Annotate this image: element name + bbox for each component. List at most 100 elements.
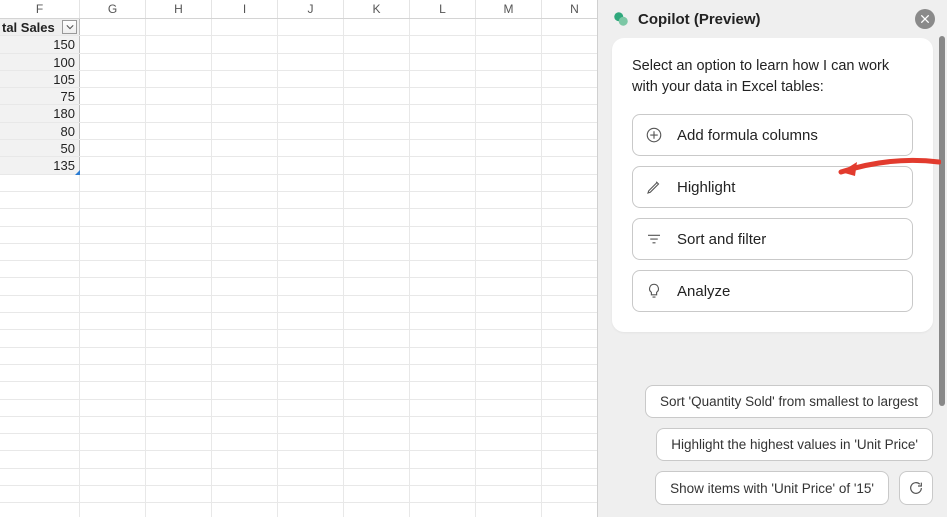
cell[interactable] xyxy=(542,469,597,485)
cell[interactable] xyxy=(542,209,597,225)
cell[interactable] xyxy=(0,330,80,346)
cell[interactable] xyxy=(410,244,476,260)
cell[interactable] xyxy=(476,486,542,502)
cell[interactable] xyxy=(146,88,212,104)
cell[interactable] xyxy=(476,348,542,364)
close-button[interactable] xyxy=(915,9,935,29)
data-cell[interactable]: 75 xyxy=(0,88,80,104)
cell[interactable] xyxy=(344,175,410,191)
cell[interactable] xyxy=(80,434,146,450)
cell[interactable] xyxy=(212,157,278,173)
cell[interactable] xyxy=(476,417,542,433)
cell[interactable] xyxy=(344,105,410,121)
table-resize-handle[interactable] xyxy=(75,170,80,175)
cell[interactable] xyxy=(542,278,597,294)
cell[interactable] xyxy=(0,278,80,294)
cell[interactable] xyxy=(80,175,146,191)
cell[interactable] xyxy=(80,296,146,312)
cell[interactable] xyxy=(278,400,344,416)
cell[interactable] xyxy=(80,123,146,139)
cell[interactable] xyxy=(80,348,146,364)
cell[interactable] xyxy=(410,296,476,312)
cell[interactable] xyxy=(542,227,597,243)
suggestion-chip[interactable]: Sort 'Quantity Sold' from smallest to la… xyxy=(645,385,933,418)
cell[interactable] xyxy=(278,140,344,156)
cell[interactable] xyxy=(146,313,212,329)
cell[interactable] xyxy=(542,175,597,191)
cell[interactable] xyxy=(212,261,278,277)
cell[interactable] xyxy=(0,434,80,450)
filter-dropdown-button[interactable] xyxy=(62,20,77,34)
cell[interactable] xyxy=(476,400,542,416)
cell[interactable] xyxy=(410,123,476,139)
option-highlight[interactable]: Highlight xyxy=(632,166,913,208)
cell[interactable] xyxy=(410,105,476,121)
cell[interactable] xyxy=(476,434,542,450)
cell[interactable] xyxy=(410,434,476,450)
cell[interactable] xyxy=(80,486,146,502)
cell[interactable] xyxy=(278,244,344,260)
cell[interactable] xyxy=(146,123,212,139)
cell[interactable] xyxy=(0,400,80,416)
cell[interactable] xyxy=(542,348,597,364)
cell[interactable] xyxy=(278,36,344,52)
col-header[interactable]: M xyxy=(476,0,542,18)
cell[interactable] xyxy=(212,36,278,52)
cell[interactable] xyxy=(344,157,410,173)
cell[interactable] xyxy=(476,123,542,139)
cell[interactable] xyxy=(212,71,278,87)
cell[interactable] xyxy=(278,382,344,398)
cell[interactable] xyxy=(80,157,146,173)
cell[interactable] xyxy=(344,19,410,35)
cell[interactable] xyxy=(476,227,542,243)
cell[interactable] xyxy=(278,330,344,346)
cell[interactable] xyxy=(0,227,80,243)
cell[interactable] xyxy=(542,105,597,121)
cell[interactable] xyxy=(0,469,80,485)
cell[interactable] xyxy=(0,417,80,433)
cell[interactable] xyxy=(410,330,476,346)
cell[interactable] xyxy=(212,296,278,312)
cell[interactable] xyxy=(0,296,80,312)
cell[interactable] xyxy=(146,348,212,364)
cell[interactable] xyxy=(542,192,597,208)
cell[interactable] xyxy=(410,54,476,70)
cell[interactable] xyxy=(542,400,597,416)
cell[interactable] xyxy=(146,365,212,381)
option-analyze[interactable]: Analyze xyxy=(632,270,913,312)
cell[interactable] xyxy=(410,157,476,173)
col-header[interactable]: H xyxy=(146,0,212,18)
cell[interactable] xyxy=(344,503,410,517)
cell[interactable] xyxy=(476,503,542,517)
cell[interactable] xyxy=(212,365,278,381)
cell[interactable] xyxy=(278,227,344,243)
suggestion-chip[interactable]: Highlight the highest values in 'Unit Pr… xyxy=(656,428,933,461)
cell[interactable] xyxy=(344,365,410,381)
cell[interactable] xyxy=(278,503,344,517)
cell[interactable] xyxy=(278,278,344,294)
cell[interactable] xyxy=(542,486,597,502)
cell[interactable] xyxy=(410,71,476,87)
cell[interactable] xyxy=(146,382,212,398)
col-header[interactable]: K xyxy=(344,0,410,18)
data-cell[interactable]: 100 xyxy=(0,54,80,70)
data-cell[interactable]: 135 xyxy=(0,157,80,173)
cell[interactable] xyxy=(476,244,542,260)
cell[interactable] xyxy=(410,486,476,502)
refresh-suggestions-button[interactable] xyxy=(899,471,933,505)
cell[interactable] xyxy=(476,209,542,225)
cell[interactable] xyxy=(410,227,476,243)
cell[interactable] xyxy=(278,469,344,485)
cell[interactable] xyxy=(80,469,146,485)
cell[interactable] xyxy=(344,54,410,70)
cell[interactable] xyxy=(410,175,476,191)
cell[interactable] xyxy=(278,88,344,104)
cell[interactable] xyxy=(344,330,410,346)
suggestion-chip[interactable]: Show items with 'Unit Price' of '15' xyxy=(655,471,889,505)
cell[interactable] xyxy=(0,486,80,502)
cell[interactable] xyxy=(410,469,476,485)
cell[interactable] xyxy=(0,313,80,329)
cell[interactable] xyxy=(410,400,476,416)
cell[interactable] xyxy=(80,209,146,225)
cell[interactable] xyxy=(0,261,80,277)
